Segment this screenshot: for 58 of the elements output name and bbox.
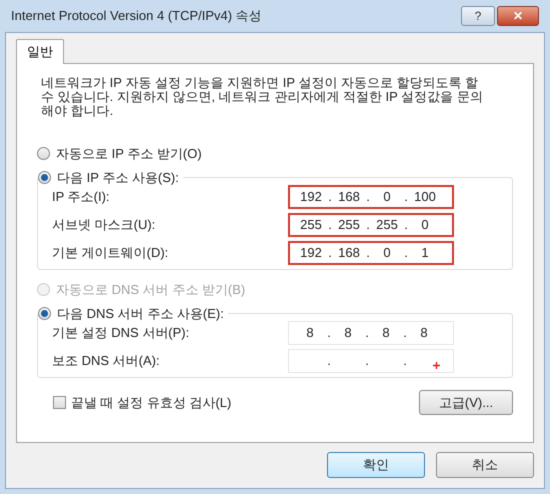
octet-value: 8 bbox=[306, 324, 314, 342]
octet-value: 0 bbox=[383, 244, 391, 262]
octet-separator: . bbox=[403, 324, 407, 342]
ip-address-field[interactable]: . . . bbox=[288, 349, 454, 373]
octet-separator: . bbox=[404, 244, 408, 262]
octet-value: 255 bbox=[338, 216, 360, 234]
field-label: IP 주소(I): bbox=[52, 188, 110, 206]
radio-button[interactable] bbox=[38, 306, 51, 320]
octet-value: 8 bbox=[344, 324, 352, 342]
octet-separator: . bbox=[327, 324, 331, 342]
octet-separator: . bbox=[328, 188, 332, 206]
octet-value: 8 bbox=[420, 324, 428, 342]
octet-value: 168 bbox=[338, 244, 360, 262]
radio-label: 다음 DNS 서버 주소 사용(E): bbox=[57, 304, 224, 323]
field-label: 보조 DNS 서버(A): bbox=[52, 352, 160, 370]
octet-value: 255 bbox=[376, 216, 398, 234]
octet-value: 255 bbox=[300, 216, 322, 234]
checkbox[interactable] bbox=[53, 396, 66, 409]
octet-separator: . bbox=[366, 216, 370, 234]
radio-label: 자동으로 IP 주소 받기(O) bbox=[56, 145, 202, 163]
ip-address-field[interactable]: 8 . 8 . 8 . 8 bbox=[288, 321, 454, 345]
octet-separator: . bbox=[328, 244, 332, 262]
octet-value: 0 bbox=[421, 216, 429, 234]
octet-value: 100 bbox=[414, 188, 436, 206]
cancel-button[interactable]: 취소 bbox=[436, 452, 534, 478]
field-label: 기본 게이트웨이(D): bbox=[52, 244, 168, 262]
ip-address-field[interactable]: 192 . 168 . 0 . 100 bbox=[288, 185, 454, 209]
checkbox-label: 끝낼 때 설정 유효성 검사(L) bbox=[71, 394, 232, 412]
octet-separator: . bbox=[404, 188, 408, 206]
ip-address-field[interactable]: 255 . 255 . 255 . 0 bbox=[288, 213, 454, 237]
octet-separator: . bbox=[365, 352, 369, 370]
octet-separator: . bbox=[366, 188, 370, 206]
octet-value: 8 bbox=[382, 324, 390, 342]
octet-value: 192 bbox=[300, 244, 322, 262]
ok-button[interactable]: 확인 bbox=[327, 452, 425, 478]
octet-separator: . bbox=[403, 352, 407, 370]
octet-separator: . bbox=[366, 244, 370, 262]
field-label: 서브넷 마스크(U): bbox=[52, 216, 156, 234]
octet-value: 168 bbox=[338, 188, 360, 206]
field-label: 기본 설정 DNS 서버(P): bbox=[52, 324, 190, 342]
octet-separator: . bbox=[327, 352, 331, 370]
tab[interactable]: 일반 bbox=[16, 39, 64, 64]
radio-button[interactable] bbox=[38, 170, 51, 184]
octet-separator: . bbox=[365, 324, 369, 342]
radio-label: 자동으로 DNS 서버 주소 받기(B) bbox=[56, 281, 246, 299]
help-button[interactable]: ? bbox=[461, 6, 495, 26]
octet-separator: . bbox=[328, 216, 332, 234]
radio-label: 다음 IP 주소 사용(S): bbox=[57, 168, 179, 187]
advanced-button[interactable]: 고급(V)... bbox=[419, 390, 513, 415]
octet-value: 192 bbox=[300, 188, 322, 206]
octet-value: 1 bbox=[421, 244, 429, 262]
cursor-icon bbox=[433, 362, 440, 369]
description-text: 네트워크가 IP 자동 설정 기능을 지원하면 IP 설정이 자동으로 할당되도록 할 수 있습니다. 지원하지 않으면, 네트워크 관리자에게 적절한 IP 설정값을 문의해야 합니다. bbox=[40, 76, 484, 118]
octet-value: 0 bbox=[383, 188, 391, 206]
octet-separator: . bbox=[404, 216, 408, 234]
window-title: Internet Protocol Version 4 (TCP/IPv4) 속성 bbox=[11, 7, 262, 26]
radio-button[interactable] bbox=[37, 147, 50, 160]
ip-address-field[interactable]: 192 . 168 . 0 . 1 bbox=[288, 241, 454, 265]
